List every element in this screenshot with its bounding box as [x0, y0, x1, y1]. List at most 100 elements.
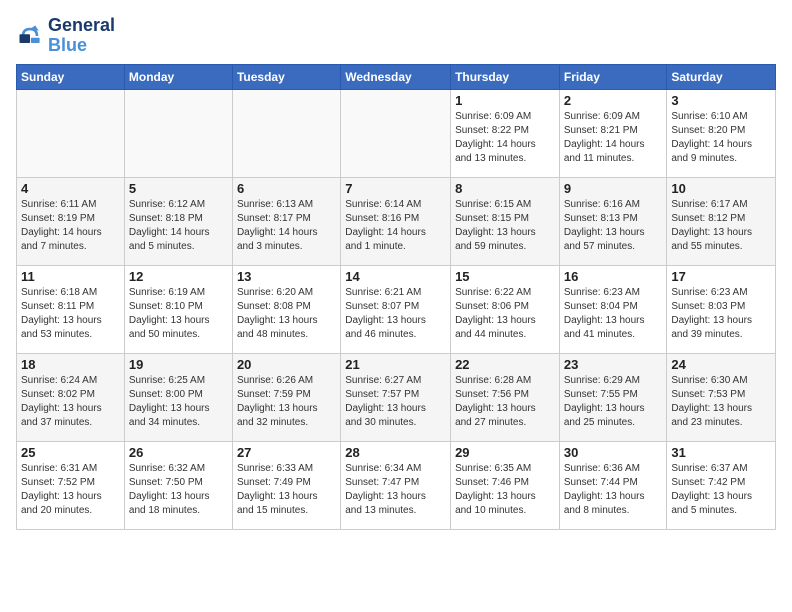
calendar-cell: 12 Sunrise: 6:19 AM Sunset: 8:10 PM Dayli… [124, 265, 232, 353]
calendar-cell: 5 Sunrise: 6:12 AM Sunset: 8:18 PM Daylig… [124, 177, 232, 265]
day-number: 17 [671, 269, 771, 284]
day-info: Sunrise: 6:31 AM Sunset: 7:52 PM Dayligh… [21, 462, 120, 518]
weekday-sunday: Sunday [17, 64, 125, 89]
day-number: 23 [564, 357, 663, 372]
calendar-cell: 4Sunrise: 6:11 AM Sunset: 8:19 PM Daylig… [17, 177, 125, 265]
weekday-saturday: Saturday [667, 64, 776, 89]
day-number: 21 [345, 357, 446, 372]
day-info: Sunrise: 6:29 AM Sunset: 7:55 PM Dayligh… [564, 374, 663, 430]
day-number: 26 [129, 445, 228, 460]
day-number: 6 [237, 181, 336, 196]
logo: General Blue [16, 16, 115, 56]
day-info: Sunrise: 6:30 AM Sunset: 7:53 PM Dayligh… [671, 374, 771, 430]
day-info: Sunrise: 6:21 AM Sunset: 8:07 PM Dayligh… [345, 286, 446, 342]
day-number: 9 [564, 181, 663, 196]
day-info: Sunrise: 6:14 AM Sunset: 8:16 PM Dayligh… [345, 198, 446, 254]
page: General Blue SundayMondayTuesdayWednesda… [0, 0, 792, 612]
calendar-cell: 30 Sunrise: 6:36 AM Sunset: 7:44 PM Dayli… [559, 441, 667, 529]
day-number: 12 [129, 269, 228, 284]
calendar-table: SundayMondayTuesdayWednesdayThursdayFrid… [16, 64, 776, 530]
day-info: Sunrise: 6:34 AM Sunset: 7:47 PM Dayligh… [345, 462, 446, 518]
day-info: Sunrise: 6:37 AM Sunset: 7:42 PM Dayligh… [671, 462, 771, 518]
day-info: Sunrise: 6:27 AM Sunset: 7:57 PM Dayligh… [345, 374, 446, 430]
calendar-cell: 11 Sunrise: 6:18 AM Sunset: 8:11 PM Dayli… [17, 265, 125, 353]
calendar-week-3: 18 Sunrise: 6:24 AM Sunset: 8:02 PM Dayli… [17, 353, 776, 441]
day-info: Sunrise: 6:24 AM Sunset: 8:02 PM Dayligh… [21, 374, 120, 430]
calendar-cell: 25Sunrise: 6:31 AM Sunset: 7:52 PM Dayli… [17, 441, 125, 529]
day-number: 14 [345, 269, 446, 284]
day-number: 20 [237, 357, 336, 372]
calendar-cell: 29Sunrise: 6:35 AM Sunset: 7:46 PM Dayli… [451, 441, 560, 529]
logo-icon [16, 22, 44, 50]
day-info: Sunrise: 6:10 AM Sunset: 8:20 PM Dayligh… [671, 110, 771, 166]
calendar-cell: 14 Sunrise: 6:21 AM Sunset: 8:07 PM Dayli… [341, 265, 451, 353]
day-number: 11 [21, 269, 120, 284]
weekday-tuesday: Tuesday [232, 64, 340, 89]
day-info: Sunrise: 6:22 AM Sunset: 8:06 PM Dayligh… [455, 286, 555, 342]
day-number: 15 [455, 269, 555, 284]
weekday-monday: Monday [124, 64, 232, 89]
day-number: 27 [237, 445, 336, 460]
day-info: Sunrise: 6:25 AM Sunset: 8:00 PM Dayligh… [129, 374, 228, 430]
calendar-cell: 22Sunrise: 6:28 AM Sunset: 7:56 PM Dayli… [451, 353, 560, 441]
day-info: Sunrise: 6:17 AM Sunset: 8:12 PM Dayligh… [671, 198, 771, 254]
day-number: 24 [671, 357, 771, 372]
day-number: 4 [21, 181, 120, 196]
weekday-header-row: SundayMondayTuesdayWednesdayThursdayFrid… [17, 64, 776, 89]
day-number: 31 [671, 445, 771, 460]
day-number: 7 [345, 181, 446, 196]
calendar-cell: 20 Sunrise: 6:26 AM Sunset: 7:59 PM Dayli… [232, 353, 340, 441]
day-info: Sunrise: 6:26 AM Sunset: 7:59 PM Dayligh… [237, 374, 336, 430]
day-number: 30 [564, 445, 663, 460]
calendar-cell: 16Sunrise: 6:23 AM Sunset: 8:04 PM Dayli… [559, 265, 667, 353]
calendar-cell: 17 Sunrise: 6:23 AM Sunset: 8:03 PM Dayli… [667, 265, 776, 353]
day-info: Sunrise: 6:20 AM Sunset: 8:08 PM Dayligh… [237, 286, 336, 342]
day-info: Sunrise: 6:33 AM Sunset: 7:49 PM Dayligh… [237, 462, 336, 518]
day-number: 18 [21, 357, 120, 372]
day-number: 28 [345, 445, 446, 460]
calendar-cell: 2 Sunrise: 6:09 AM Sunset: 8:21 PM Daylig… [559, 89, 667, 177]
calendar-cell: 1Sunrise: 6:09 AM Sunset: 8:22 PM Daylig… [451, 89, 560, 177]
calendar-cell [124, 89, 232, 177]
calendar-cell: 8Sunrise: 6:15 AM Sunset: 8:15 PM Daylig… [451, 177, 560, 265]
calendar-cell [232, 89, 340, 177]
day-number: 5 [129, 181, 228, 196]
calendar-cell: 7 Sunrise: 6:14 AM Sunset: 8:16 PM Daylig… [341, 177, 451, 265]
calendar-cell: 9Sunrise: 6:16 AM Sunset: 8:13 PM Daylig… [559, 177, 667, 265]
calendar-week-0: 1Sunrise: 6:09 AM Sunset: 8:22 PM Daylig… [17, 89, 776, 177]
day-info: Sunrise: 6:09 AM Sunset: 8:21 PM Dayligh… [564, 110, 663, 166]
day-info: Sunrise: 6:19 AM Sunset: 8:10 PM Dayligh… [129, 286, 228, 342]
calendar-cell: 18 Sunrise: 6:24 AM Sunset: 8:02 PM Dayli… [17, 353, 125, 441]
weekday-friday: Friday [559, 64, 667, 89]
day-info: Sunrise: 6:32 AM Sunset: 7:50 PM Dayligh… [129, 462, 228, 518]
day-info: Sunrise: 6:23 AM Sunset: 8:03 PM Dayligh… [671, 286, 771, 342]
calendar-cell [17, 89, 125, 177]
day-info: Sunrise: 6:12 AM Sunset: 8:18 PM Dayligh… [129, 198, 228, 254]
calendar-week-2: 11 Sunrise: 6:18 AM Sunset: 8:11 PM Dayli… [17, 265, 776, 353]
weekday-wednesday: Wednesday [341, 64, 451, 89]
header: General Blue [16, 16, 776, 56]
calendar-cell: 6 Sunrise: 6:13 AM Sunset: 8:17 PM Daylig… [232, 177, 340, 265]
calendar-cell: 23 Sunrise: 6:29 AM Sunset: 7:55 PM Dayli… [559, 353, 667, 441]
day-number: 3 [671, 93, 771, 108]
calendar-week-4: 25Sunrise: 6:31 AM Sunset: 7:52 PM Dayli… [17, 441, 776, 529]
day-info: Sunrise: 6:23 AM Sunset: 8:04 PM Dayligh… [564, 286, 663, 342]
calendar-cell: 15 Sunrise: 6:22 AM Sunset: 8:06 PM Dayli… [451, 265, 560, 353]
day-info: Sunrise: 6:13 AM Sunset: 8:17 PM Dayligh… [237, 198, 336, 254]
day-info: Sunrise: 6:18 AM Sunset: 8:11 PM Dayligh… [21, 286, 120, 342]
weekday-thursday: Thursday [451, 64, 560, 89]
calendar-cell: 31 Sunrise: 6:37 AM Sunset: 7:42 PM Dayli… [667, 441, 776, 529]
day-info: Sunrise: 6:36 AM Sunset: 7:44 PM Dayligh… [564, 462, 663, 518]
calendar-cell: 27 Sunrise: 6:33 AM Sunset: 7:49 PM Dayli… [232, 441, 340, 529]
calendar-cell: 28 Sunrise: 6:34 AM Sunset: 7:47 PM Dayli… [341, 441, 451, 529]
day-number: 2 [564, 93, 663, 108]
calendar-cell: 21 Sunrise: 6:27 AM Sunset: 7:57 PM Dayli… [341, 353, 451, 441]
calendar-cell: 10Sunrise: 6:17 AM Sunset: 8:12 PM Dayli… [667, 177, 776, 265]
day-number: 19 [129, 357, 228, 372]
day-number: 29 [455, 445, 555, 460]
calendar-cell: 19 Sunrise: 6:25 AM Sunset: 8:00 PM Dayli… [124, 353, 232, 441]
day-number: 13 [237, 269, 336, 284]
logo-text: General Blue [48, 16, 115, 56]
day-number: 1 [455, 93, 555, 108]
calendar-cell: 13 Sunrise: 6:20 AM Sunset: 8:08 PM Dayli… [232, 265, 340, 353]
